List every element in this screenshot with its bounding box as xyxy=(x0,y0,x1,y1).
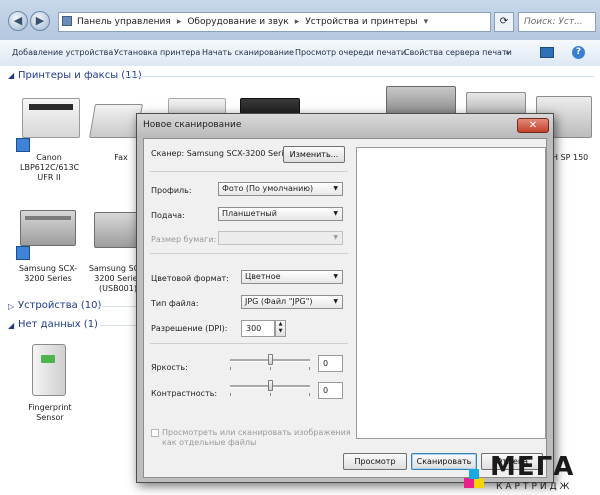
resolution-label: Разрешение (DPI): xyxy=(151,324,228,333)
breadcrumb-item-hardware[interactable]: Оборудование и звук xyxy=(187,17,288,27)
slider-tick xyxy=(230,367,231,370)
color-format-select[interactable]: Цветное ▼ xyxy=(241,270,343,284)
resolution-input[interactable]: 300 xyxy=(241,320,275,337)
profile-label: Профиль: xyxy=(151,186,192,195)
watermark-brand: МЕГА xyxy=(490,452,575,482)
dialog-title: Новое сканирование xyxy=(143,120,242,130)
brightness-slider-thumb[interactable] xyxy=(268,354,273,365)
group-devices-header[interactable]: Устройства (10) xyxy=(18,300,101,311)
close-button[interactable]: ✕ xyxy=(517,118,549,133)
divider xyxy=(150,343,348,344)
profile-select-value: Фото (По умолчанию) xyxy=(222,184,314,193)
file-type-label: Тип файла: xyxy=(151,299,199,308)
mega-cartridge-watermark: МЕГА КАРТРИДЖ xyxy=(462,452,600,495)
dropdown-arrow-icon: ▼ xyxy=(333,234,338,241)
collapse-chevron-icon[interactable]: ◢ xyxy=(8,321,14,330)
dialog-body: Сканер: Samsung SCX-3200 Seri... Изменит… xyxy=(143,138,547,478)
breadcrumb-item-devices[interactable]: Устройства и принтеры xyxy=(305,17,417,27)
paper-size-select: ▼ xyxy=(218,231,343,245)
breadcrumb-item-control-panel[interactable]: Панель управления xyxy=(77,17,171,27)
dropdown-arrow-icon: ▼ xyxy=(333,273,338,280)
watermark-logo-icon xyxy=(474,478,484,488)
view-print-queue-button[interactable]: Просмотр очереди печати xyxy=(295,48,406,57)
collapse-chevron-icon[interactable]: ◢ xyxy=(8,71,14,80)
arrow-right-icon: ▶ xyxy=(35,14,45,27)
scanner-label: Сканер: Samsung SCX-3200 Seri... xyxy=(151,149,292,158)
watermark-sub: КАРТРИДЖ xyxy=(496,482,573,492)
group-printers-header[interactable]: Принтеры и факсы (11) xyxy=(18,70,142,81)
view-options-icon[interactable] xyxy=(540,47,554,58)
add-printer-button[interactable]: Установка принтера xyxy=(114,48,200,57)
expand-chevron-icon[interactable]: ▷ xyxy=(8,302,14,311)
dropdown-arrow-icon: ▼ xyxy=(333,298,338,305)
slider-tick xyxy=(309,367,310,370)
address-bar[interactable]: Панель управления ▸ Оборудование и звук ▸ Ус… xyxy=(58,12,491,32)
add-device-button[interactable]: Добавление устройства xyxy=(12,48,113,57)
contrast-slider-thumb[interactable] xyxy=(268,380,273,391)
group-divider xyxy=(100,325,136,326)
group-divider xyxy=(128,76,594,77)
fingerprint-sensor-icon[interactable] xyxy=(32,344,66,396)
back-button[interactable]: ◀ xyxy=(8,11,28,31)
brightness-label: Яркость: xyxy=(151,363,188,372)
fax-icon[interactable] xyxy=(89,104,143,138)
divider xyxy=(150,253,348,254)
device-label-samsung: Samsung SCX-3200 Series xyxy=(18,264,78,283)
scan-preview-area xyxy=(356,147,546,439)
separate-files-label-line1: Просмотреть или сканировать изображения xyxy=(162,428,351,437)
refresh-button[interactable]: ⟳ xyxy=(494,12,514,32)
file-type-select-value: JPG (Файл "JPG") xyxy=(245,297,313,306)
preview-button[interactable]: Просмотр xyxy=(343,453,407,470)
watermark-logo-icon xyxy=(464,478,474,488)
printer-samsung-icon[interactable] xyxy=(20,210,76,246)
print-server-properties-button[interactable]: Свойства сервера печати xyxy=(404,48,512,57)
resolution-stepper[interactable]: ▲ ▼ xyxy=(275,320,286,337)
slider-tick xyxy=(270,393,271,396)
separate-files-label-line2: как отдельные файлы xyxy=(162,438,257,447)
refresh-icon: ⟳ xyxy=(499,16,509,27)
more-commands-button[interactable]: » xyxy=(505,48,510,57)
watermark-logo-icon xyxy=(469,469,479,479)
slider-tick xyxy=(309,393,310,396)
dropdown-arrow-icon: ▼ xyxy=(333,185,338,192)
file-type-select[interactable]: JPG (Файл "JPG") ▼ xyxy=(241,295,343,309)
shared-printer-badge-icon xyxy=(16,246,30,260)
source-select[interactable]: Планшетный ▼ xyxy=(218,207,343,221)
chevron-down-icon: ▼ xyxy=(278,328,283,334)
separate-files-checkbox[interactable] xyxy=(151,429,159,437)
profile-select[interactable]: Фото (По умолчанию) ▼ xyxy=(218,182,343,196)
slider-tick xyxy=(230,393,231,396)
arrow-left-icon: ◀ xyxy=(13,14,23,27)
group-divider xyxy=(98,306,136,307)
start-scan-button[interactable]: Начать сканирование xyxy=(202,48,294,57)
printer-samsung-usb-icon[interactable] xyxy=(94,212,142,248)
shared-printer-badge-icon xyxy=(16,138,30,152)
device-label-fingerprint: Fingerprint Sensor xyxy=(28,403,72,422)
contrast-input[interactable]: 0 xyxy=(318,382,343,399)
change-scanner-button[interactable]: Изменить... xyxy=(283,146,345,163)
contrast-label: Контрастность: xyxy=(151,389,218,398)
color-format-select-value: Цветное xyxy=(245,272,281,281)
slider-tick xyxy=(270,367,271,370)
divider xyxy=(150,171,348,172)
color-format-label: Цветовой формат: xyxy=(151,274,229,283)
printer-canon-icon[interactable] xyxy=(22,98,80,138)
help-icon[interactable]: ? xyxy=(572,46,585,59)
search-input[interactable]: Поиск: Уст... xyxy=(518,12,596,32)
source-label: Подача: xyxy=(151,211,185,220)
paper-size-label: Размер бумаги: xyxy=(151,235,217,244)
group-no-data-header[interactable]: Нет данных (1) xyxy=(18,319,98,330)
source-select-value: Планшетный xyxy=(222,209,277,218)
printer-hidden-icon[interactable] xyxy=(386,86,456,116)
brightness-input[interactable]: 0 xyxy=(318,355,343,372)
chevron-up-icon: ▲ xyxy=(278,321,283,327)
control-panel-icon xyxy=(62,16,72,26)
device-label-ricoh: H SP 150 xyxy=(552,153,589,162)
new-scan-dialog: Новое сканирование ✕ Сканер: Samsung SCX… xyxy=(136,113,554,483)
close-icon: ✕ xyxy=(528,120,538,131)
dropdown-arrow-icon: ▼ xyxy=(333,210,338,217)
device-label-canon: Canon LBP612C/613C UFR II xyxy=(20,153,80,182)
forward-button[interactable]: ▶ xyxy=(30,11,50,31)
